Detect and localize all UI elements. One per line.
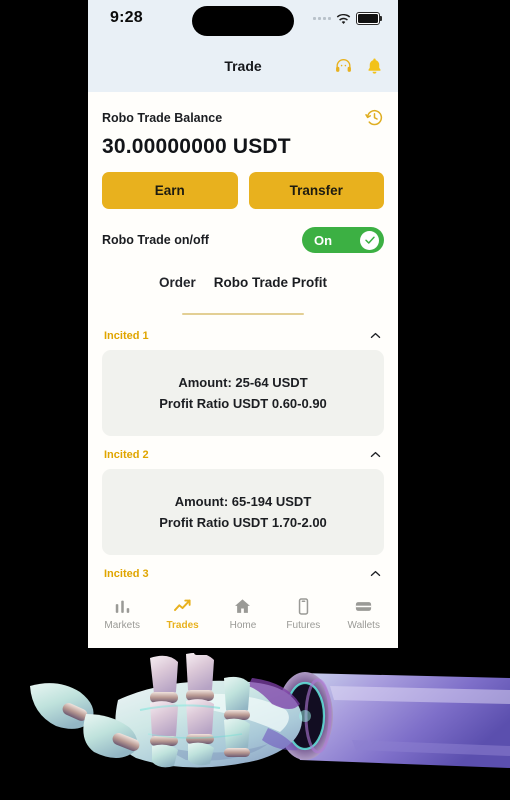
tab-order[interactable]: Order	[159, 275, 196, 293]
bar-chart-icon	[113, 597, 132, 616]
balance-label: Robo Trade Balance	[102, 110, 223, 125]
incited-amount-line: Amount: 25-64 USDT	[178, 375, 308, 390]
status-bar-clock: 9:28	[110, 9, 143, 26]
nav-label-trades: Trades	[166, 620, 199, 631]
nav-item-trades[interactable]: Trades	[152, 597, 212, 631]
header-actions	[334, 57, 384, 76]
tab-active-underline	[182, 313, 304, 315]
balance-actions: Earn Transfer	[102, 172, 384, 209]
nav-item-futures[interactable]: Futures	[273, 597, 333, 631]
chevron-up-icon[interactable]	[369, 448, 382, 461]
incited-card-header[interactable]: Incited 2	[102, 440, 384, 469]
robo-trade-toggle-state: On	[314, 232, 333, 248]
robotic-hand-artwork	[0, 648, 510, 800]
earn-button[interactable]: Earn	[102, 172, 238, 209]
nav-item-wallets[interactable]: Wallets	[334, 597, 394, 631]
incited-card-title: Incited 1	[104, 329, 149, 342]
check-circle-icon	[360, 230, 379, 250]
screenshot-stage: 9:28 Trade Robo Trade Balance 30.0000000…	[0, 0, 510, 800]
tab-list: Order Robo Trade Profit	[102, 275, 384, 315]
headset-support-icon[interactable]	[334, 57, 353, 76]
incited-card: Incited 1 Amount: 25-64 USDT Profit Rati…	[102, 321, 384, 436]
balance-row: Robo Trade Balance	[102, 92, 384, 127]
status-bar: 9:28	[88, 0, 398, 40]
balance-amount: 30.00000000 USDT	[102, 135, 291, 158]
robo-trade-toggle-label: Robo Trade on/off	[102, 233, 209, 247]
robo-trade-toggle[interactable]: On	[302, 227, 384, 253]
main-content: Robo Trade Balance 30.00000000 USDT Earn…	[88, 92, 398, 662]
signal-dots-icon	[313, 17, 331, 20]
incited-amount-line: Amount: 65-194 USDT	[174, 494, 312, 509]
dynamic-island	[192, 6, 294, 36]
tab-robo-trade-profit[interactable]: Robo Trade Profit	[214, 275, 327, 293]
incited-card-body: Amount: 25-64 USDT Profit Ratio USDT 0.6…	[102, 350, 384, 436]
trending-up-arrow-icon	[173, 597, 192, 616]
phone-screen: 9:28 Trade Robo Trade Balance 30.0000000…	[88, 0, 398, 662]
incited-ratio-line: Profit Ratio USDT 0.60-0.90	[159, 396, 327, 411]
incited-ratio-line: Profit Ratio USDT 1.70-2.00	[159, 515, 327, 530]
incited-card-body: Amount: 65-194 USDT Profit Ratio USDT 1.…	[102, 469, 384, 555]
chevron-up-icon[interactable]	[369, 567, 382, 580]
nav-label-wallets: Wallets	[347, 620, 380, 631]
nav-item-home[interactable]: Home	[213, 597, 273, 631]
wifi-icon	[336, 13, 351, 25]
chevron-up-icon[interactable]	[369, 329, 382, 342]
nav-item-markets[interactable]: Markets	[92, 597, 152, 631]
incited-card: Incited 2 Amount: 65-194 USDT Profit Rat…	[102, 440, 384, 555]
status-bar-indicators	[313, 12, 382, 25]
nav-label-home: Home	[229, 620, 257, 631]
incited-card-title: Incited 2	[104, 448, 149, 461]
incited-card: Incited 3	[102, 559, 384, 588]
home-indicator	[194, 650, 316, 655]
incited-card-header[interactable]: Incited 3	[102, 559, 384, 588]
robo-trade-toggle-row: Robo Trade on/off On	[102, 227, 384, 253]
nav-label-markets: Markets	[104, 620, 140, 631]
transfer-button[interactable]: Transfer	[248, 172, 384, 209]
home-icon	[233, 597, 252, 616]
bottom-navigation: Markets Trades Home Futures Wallets	[88, 586, 398, 642]
mobile-phone-icon	[294, 597, 313, 616]
app-header: Trade	[88, 40, 398, 92]
tabs-container: Order Robo Trade Profit	[102, 275, 384, 315]
battery-full-icon	[356, 12, 382, 25]
incited-card-header[interactable]: Incited 1	[102, 321, 384, 350]
history-clock-icon[interactable]	[365, 108, 384, 127]
incited-card-title: Incited 3	[104, 567, 149, 580]
page-title: Trade	[224, 58, 262, 74]
nav-label-futures: Futures	[286, 620, 321, 631]
wallet-icon	[354, 597, 373, 616]
bell-icon[interactable]	[365, 57, 384, 76]
